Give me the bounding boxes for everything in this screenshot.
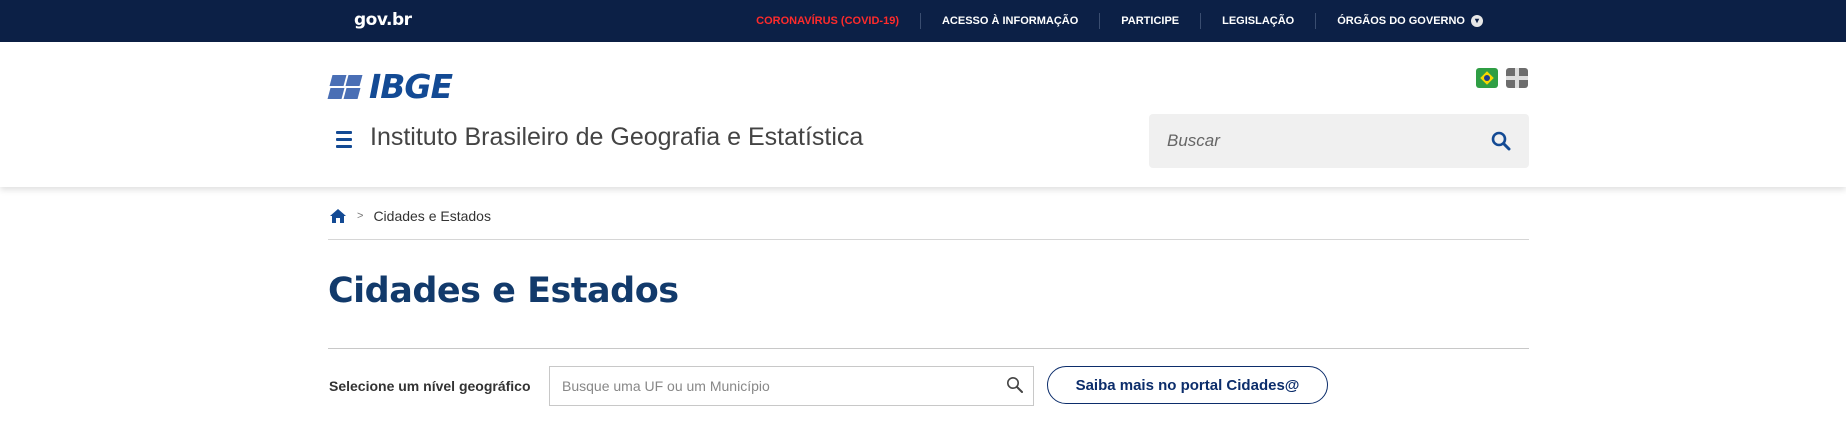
geo-level-label: Selecione um nível geográfico <box>329 378 531 394</box>
hamburger-menu-icon[interactable] <box>336 131 352 152</box>
covid-link[interactable]: CORONAVÍRUS (COVID-19) <box>735 13 920 29</box>
gov-links: CORONAVÍRUS (COVID-19) ACESSO À INFORMAÇ… <box>735 0 1504 42</box>
chevron-down-icon: ▾ <box>1471 15 1483 27</box>
ibge-logo[interactable]: IBGE <box>327 67 453 106</box>
page-title: Cidades e Estados <box>328 271 679 311</box>
home-icon[interactable] <box>329 208 347 224</box>
brazil-flag-icon[interactable] <box>1476 68 1498 88</box>
ibge-logo-mark-icon <box>327 74 367 100</box>
breadcrumb-separator-icon: > <box>357 210 364 222</box>
uk-flag-icon[interactable] <box>1506 68 1528 88</box>
search-icon[interactable] <box>1006 376 1024 394</box>
language-flags <box>1476 68 1528 88</box>
divider <box>328 239 1529 240</box>
participe-link[interactable]: PARTICIPE <box>1099 13 1200 29</box>
portal-cidades-button[interactable]: Saiba mais no portal Cidades@ <box>1047 366 1328 404</box>
site-header <box>0 42 1846 187</box>
site-search-input[interactable] <box>1165 130 1469 152</box>
geo-search-box <box>549 366 1034 406</box>
geo-search-input[interactable] <box>560 377 984 395</box>
govbr-logo[interactable]: gov.br <box>354 10 412 30</box>
breadcrumb: > Cidades e Estados <box>329 208 491 224</box>
site-search <box>1149 114 1529 168</box>
divider <box>328 348 1529 349</box>
gov-top-bar: gov.br CORONAVÍRUS (COVID-19) ACESSO À I… <box>0 0 1846 42</box>
search-icon[interactable] <box>1491 131 1511 151</box>
legislacao-link[interactable]: LEGISLAÇÃO <box>1200 13 1315 29</box>
site-title[interactable]: Instituto Brasileiro de Geografia e Esta… <box>370 123 863 152</box>
breadcrumb-current: Cidades e Estados <box>373 208 491 224</box>
ibge-logo-text: IBGE <box>369 67 453 106</box>
orgaos-governo-label: ÓRGÃOS DO GOVERNO <box>1337 15 1465 27</box>
acesso-informacao-link[interactable]: ACESSO À INFORMAÇÃO <box>919 13 1099 29</box>
orgaos-governo-link[interactable]: ÓRGÃOS DO GOVERNO ▾ <box>1315 13 1504 29</box>
